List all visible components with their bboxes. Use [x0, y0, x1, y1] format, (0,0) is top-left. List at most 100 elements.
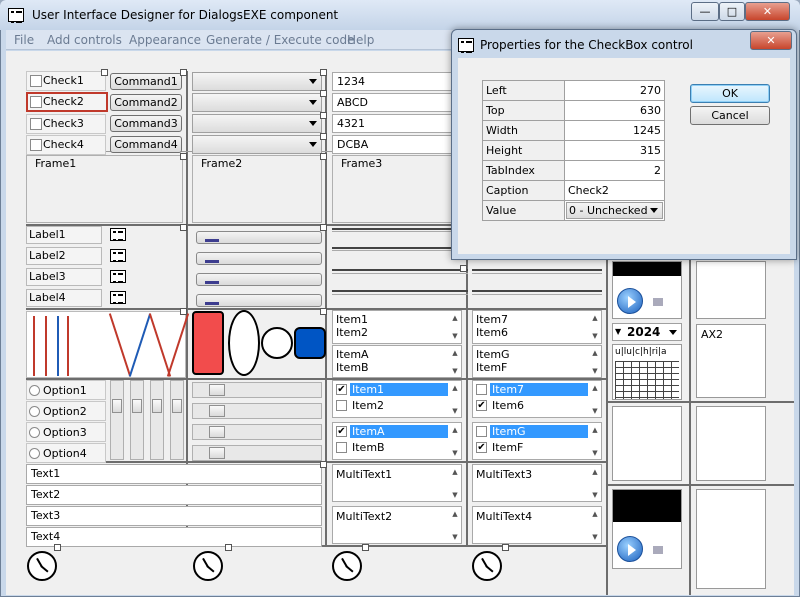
listbox-1[interactable]: Item1 Item2 ▲ ▼: [332, 310, 462, 344]
text-field-1[interactable]: Text1: [26, 464, 322, 484]
listbox-2[interactable]: ItemA ItemB ▲ ▼: [332, 345, 462, 378]
prop-top-value[interactable]: 630: [564, 100, 665, 121]
checked-listbox-2[interactable]: ✔ ItemA ItemB ▲ ▼: [332, 422, 462, 460]
vertical-scrollbar-4[interactable]: [170, 380, 184, 460]
prop-tabindex-value[interactable]: 2: [564, 160, 665, 181]
slider-track[interactable]: [332, 290, 468, 295]
progress-bar-1: [196, 231, 322, 244]
year-combo[interactable]: ▼ 2024: [612, 323, 682, 341]
horizontal-scrollbar-1[interactable]: [192, 382, 322, 398]
textbox-4[interactable]: DCBA: [332, 135, 457, 154]
checkbox-check3[interactable]: Check3: [26, 114, 106, 134]
chevron-down-icon: [309, 142, 317, 147]
chevron-down-icon: [650, 208, 658, 213]
app-icon: [458, 38, 474, 53]
prop-height-value[interactable]: 315: [564, 140, 665, 161]
minimize-button[interactable]: —: [691, 2, 719, 21]
empty-panel-2[interactable]: [696, 406, 766, 481]
ax2-control[interactable]: AX2: [696, 324, 766, 398]
option-button-3[interactable]: Option3: [26, 422, 106, 442]
multitext-3[interactable]: MultiText3 ▲ ▼: [472, 464, 602, 502]
option-button-2[interactable]: Option2: [26, 401, 106, 421]
app-icon: [8, 8, 24, 23]
menu-file[interactable]: File: [14, 33, 34, 47]
maximize-button[interactable]: □: [719, 2, 745, 21]
prop-value-combo[interactable]: 0 - Unchecked: [564, 200, 665, 221]
media-player-1[interactable]: [612, 261, 682, 319]
cancel-button[interactable]: Cancel: [690, 106, 770, 125]
timer-clock-icon: [472, 551, 502, 581]
oval-shape: [228, 310, 260, 376]
textbox-3[interactable]: 4321: [332, 114, 457, 133]
image-icon: [110, 291, 126, 304]
command-button-3[interactable]: Command3: [110, 115, 182, 132]
text-field-2[interactable]: Text2: [26, 485, 322, 505]
vertical-scrollbar-2[interactable]: [130, 380, 144, 460]
option-button-4[interactable]: Option4: [26, 443, 106, 463]
properties-dialog[interactable]: Properties for the CheckBox control ✕ Le…: [451, 29, 797, 260]
listbox-3[interactable]: Item7 Item6 ▲ ▼: [472, 310, 602, 344]
multitext-1[interactable]: MultiText1 ▲ ▼: [332, 464, 462, 502]
combo-1[interactable]: [192, 72, 322, 91]
text-field-4[interactable]: Text4: [26, 527, 322, 547]
main-window-title: User Interface Designer for DialogsEXE c…: [32, 8, 339, 22]
combo-4[interactable]: [192, 135, 322, 154]
checkbox-check2-selected[interactable]: Check2: [26, 92, 108, 112]
checked-listbox-4[interactable]: ItemG ✔ ItemF ▲ ▼: [472, 422, 602, 460]
checkbox-check1[interactable]: Check1: [26, 71, 106, 91]
frame-1[interactable]: Frame1: [26, 155, 183, 223]
media-player-2[interactable]: [612, 489, 682, 569]
circle-shape: [261, 327, 293, 359]
rounded-square-shape: [294, 327, 326, 359]
combo-2[interactable]: [192, 93, 322, 112]
image-icon: [110, 249, 126, 262]
checked-listbox-3[interactable]: Item7 ✔ Item6 ▲ ▼: [472, 380, 602, 418]
dialog-close-button[interactable]: ✕: [750, 31, 792, 50]
menu-generate-execute[interactable]: Generate / Execute code: [206, 33, 354, 47]
progress-bar-3: [196, 273, 322, 286]
play-icon[interactable]: [617, 536, 643, 562]
checked-listbox-1[interactable]: ✔ Item1 Item2 ▲ ▼: [332, 380, 462, 418]
prop-left-value[interactable]: 270: [564, 80, 665, 101]
textbox-1[interactable]: 1234: [332, 72, 457, 91]
prop-width-value[interactable]: 1245: [564, 120, 665, 141]
vertical-scrollbar-3[interactable]: [150, 380, 164, 460]
main-title-bar[interactable]: User Interface Designer for DialogsEXE c…: [0, 0, 800, 30]
close-button[interactable]: ✕: [745, 2, 790, 21]
prop-caption-value[interactable]: Check2: [564, 180, 665, 201]
image-icon: [110, 228, 126, 241]
horizontal-scrollbar-3[interactable]: [192, 424, 322, 440]
listbox-4[interactable]: ItemG ItemF ▲ ▼: [472, 345, 602, 378]
horizontal-scrollbar-4[interactable]: [192, 445, 322, 461]
text-field-3[interactable]: Text3: [26, 506, 322, 526]
slider-track[interactable]: [332, 269, 468, 274]
empty-panel-3[interactable]: [696, 489, 766, 589]
frame-2[interactable]: Frame2: [192, 155, 322, 223]
multitext-2[interactable]: MultiText2 ▲ ▼: [332, 506, 462, 544]
checkbox-check4[interactable]: Check4: [26, 135, 106, 155]
textbox-2[interactable]: ABCD: [332, 93, 457, 112]
chevron-down-icon: [309, 100, 317, 105]
combo-3[interactable]: [192, 114, 322, 133]
command-button-2[interactable]: Command2: [110, 94, 182, 111]
empty-panel-4[interactable]: [696, 261, 766, 319]
line-control: [332, 228, 462, 232]
label-1: Label1: [26, 226, 102, 244]
vertical-scrollbar-1[interactable]: [110, 380, 124, 460]
option-button-1[interactable]: Option1: [26, 380, 106, 400]
frame-3[interactable]: Frame3: [332, 155, 462, 223]
multitext-4[interactable]: MultiText4 ▲ ▼: [472, 506, 602, 544]
horizontal-scrollbar-2[interactable]: [192, 403, 322, 419]
chevron-down-icon: [309, 79, 317, 84]
empty-panel-1[interactable]: [612, 406, 682, 481]
command-button-1[interactable]: Command1: [110, 73, 182, 90]
menu-appearance[interactable]: Appearance: [129, 33, 201, 47]
menu-help[interactable]: Help: [347, 33, 374, 47]
play-icon[interactable]: [617, 288, 643, 314]
slider-track[interactable]: [472, 290, 602, 295]
command-button-4[interactable]: Command4: [110, 136, 182, 153]
ok-button[interactable]: OK: [690, 84, 770, 103]
menu-add-controls[interactable]: Add controls: [47, 33, 122, 47]
slider-track[interactable]: [472, 269, 602, 274]
calendar-grid[interactable]: u|lu|c|h|ri|a: [612, 344, 682, 400]
